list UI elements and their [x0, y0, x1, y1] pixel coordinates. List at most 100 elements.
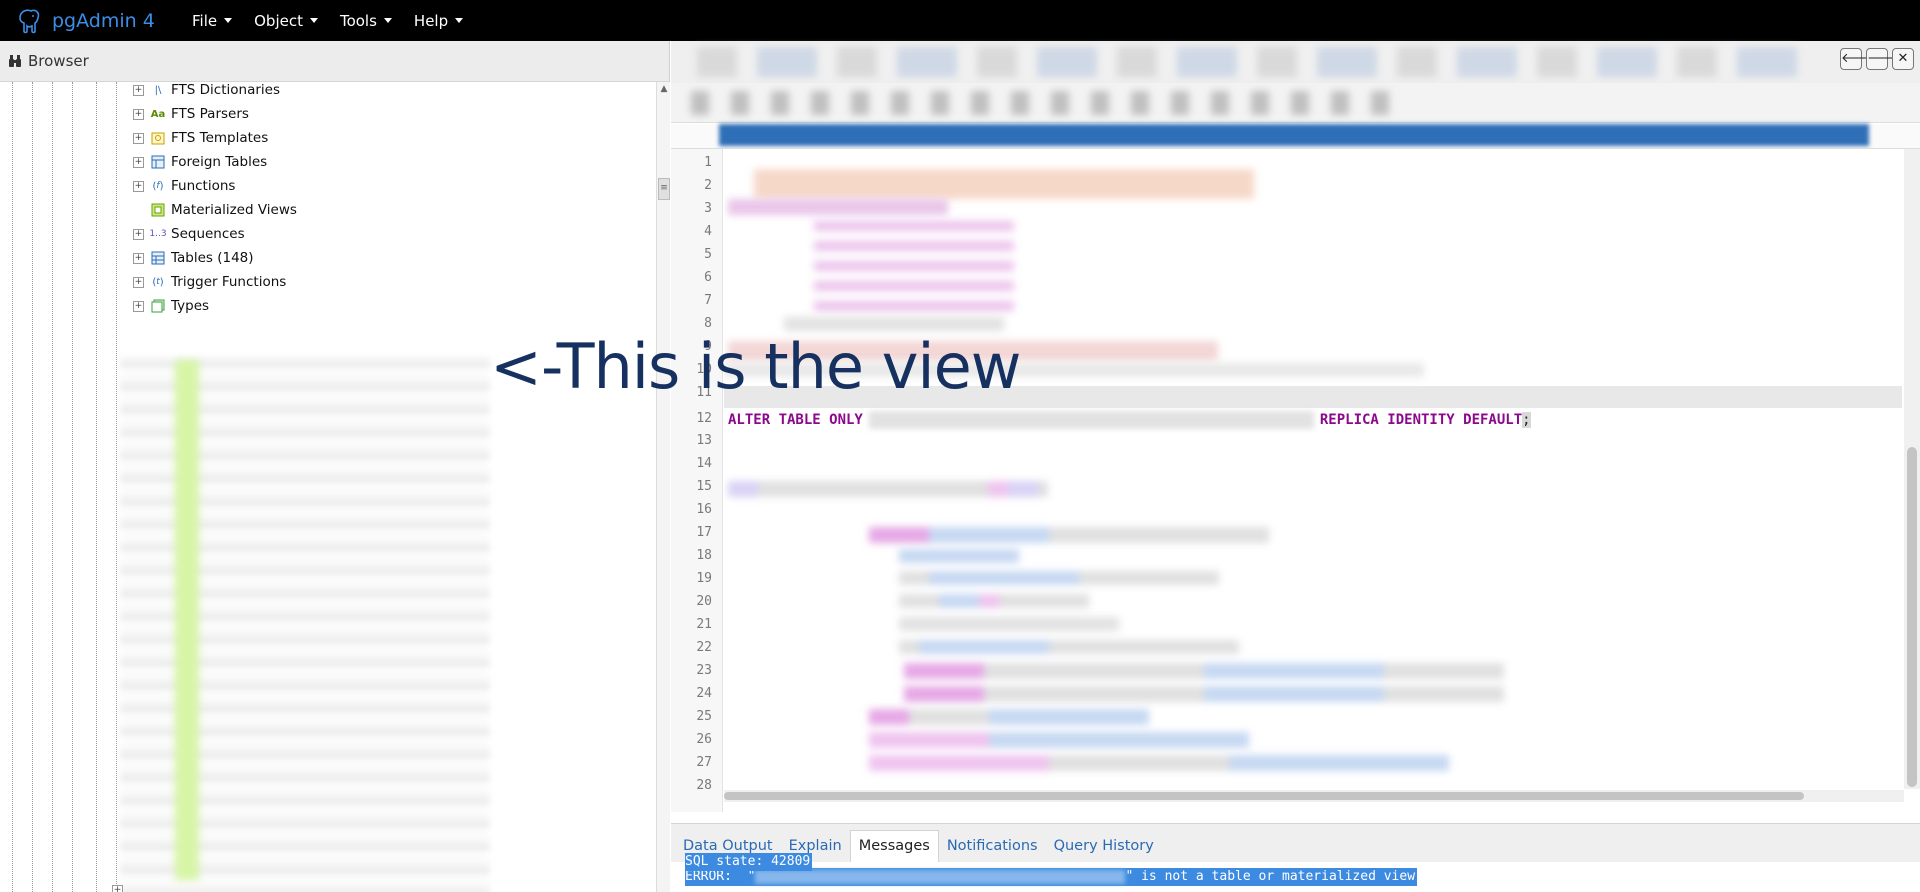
tree-item-label: FTS Templates — [171, 130, 269, 146]
expand-icon[interactable]: + — [133, 180, 144, 192]
redacted-tabs — [697, 47, 1797, 77]
sql-state-row: SQL state: 42809 — [685, 853, 813, 871]
arrow-left-icon[interactable]: 🡐 — [1840, 48, 1876, 70]
line-number: 26 — [696, 732, 712, 747]
tab-query-history[interactable]: Query History — [1046, 838, 1162, 862]
expand-icon[interactable]: + — [133, 276, 144, 288]
tree-item-fts-dictionaries[interactable]: + |\ FTS Dictionaries — [133, 82, 280, 102]
line-number: 21 — [696, 617, 712, 632]
tree-item-label: FTS Parsers — [171, 106, 249, 122]
query-tool-panel: 🡐 🡒 ✕ 1 2 3 4 5 6 7 8 9 10 11 12 13 14 1… — [671, 41, 1920, 892]
expand-icon[interactable]: + — [133, 156, 144, 168]
annotation-overlay: <-This is the view — [490, 330, 1021, 403]
scroll-up-icon[interactable]: ▲ — [657, 82, 671, 96]
menu-tools-label: Tools — [339, 11, 377, 30]
connection-bar — [671, 124, 1920, 148]
tree-item-functions[interactable]: + (f) Functions — [133, 174, 235, 198]
app-title: pgAdmin 4 — [52, 9, 155, 32]
brand[interactable]: pgAdmin 4 — [14, 6, 192, 36]
menu-object-label: Object — [254, 11, 303, 30]
tree-item-trigger-functions[interactable]: + (t) Trigger Functions — [133, 270, 286, 294]
menu-file-label: File — [192, 11, 218, 30]
tree-item-fts-templates[interactable]: + FTS Templates — [133, 126, 268, 150]
tree-item-label: FTS Dictionaries — [171, 82, 280, 98]
editor-hscroll-thumb[interactable] — [724, 792, 1804, 800]
tree-item-label: Tables (148) — [171, 250, 254, 266]
line-number-gutter: 1 2 3 4 5 6 7 8 9 10 11 12 13 14 15 16 1… — [671, 149, 723, 812]
expand-icon[interactable]: + — [133, 132, 144, 144]
line-number: 19 — [696, 571, 712, 586]
menu-object[interactable]: Object — [254, 12, 318, 30]
close-icon[interactable]: ✕ — [1892, 48, 1914, 70]
sql-keyword: ALTER TABLE ONLY — [728, 412, 863, 428]
expand-icon[interactable]: + — [133, 84, 144, 96]
messages-output[interactable]: ERROR: " " is not a table or materialized… — [671, 862, 1920, 886]
sql-state-message: SQL state: 42809 — [685, 853, 813, 871]
menu-help-label: Help — [413, 11, 449, 30]
tree-item-label: Foreign Tables — [171, 154, 268, 170]
line-number: 4 — [704, 224, 712, 239]
menu-help[interactable]: Help — [413, 11, 464, 30]
tree-item-foreign-tables[interactable]: + Foreign Tables — [133, 150, 267, 174]
caret-down-icon — [309, 18, 318, 23]
redacted-code — [784, 317, 1004, 331]
expand-icon[interactable]: + — [133, 228, 144, 240]
panel-nav-buttons: 🡐 🡒 ✕ — [1840, 48, 1914, 70]
tree-item-collapsed[interactable]: + — [112, 878, 129, 892]
menu-file[interactable]: File — [192, 11, 233, 30]
editor-scroll-thumb[interactable] — [1907, 447, 1917, 787]
sql-editor[interactable]: 1 2 3 4 5 6 7 8 9 10 11 12 13 14 15 16 1… — [671, 148, 1920, 812]
line-number: 15 — [696, 479, 712, 494]
tree-guide-line — [32, 82, 33, 892]
expand-icon[interactable]: + — [112, 884, 123, 892]
editor-vertical-scrollbar[interactable] — [1904, 149, 1920, 789]
expand-icon[interactable]: + — [133, 300, 144, 312]
line-number: 17 — [696, 525, 712, 540]
redacted-code — [904, 663, 1504, 679]
line-number: 18 — [696, 548, 712, 563]
redacted-toolbar-buttons[interactable] — [691, 91, 1391, 115]
line-number: 25 — [696, 709, 712, 724]
browser-scrollbar[interactable]: ▲ ≡ — [656, 82, 670, 892]
object-tree: + |\ FTS Dictionaries + Aa FTS Parsers +… — [0, 82, 656, 892]
table-icon — [150, 250, 166, 266]
error-prefix: ERROR: " — [685, 869, 756, 884]
menu-tools[interactable]: Tools — [340, 12, 392, 30]
redacted-code — [814, 221, 1014, 321]
tree-item-types[interactable]: + Types — [133, 294, 209, 318]
redacted-code — [728, 199, 948, 215]
arrow-right-icon[interactable]: 🡒 — [1866, 48, 1902, 70]
editor-horizontal-scrollbar[interactable] — [724, 790, 1904, 802]
redacted-code — [899, 640, 1239, 654]
redacted-code — [899, 617, 1119, 631]
code-area[interactable]: ALTER TABLE ONLY REPLICA IDENTITY DEFAUL… — [724, 149, 1904, 789]
caret-down-icon — [383, 18, 392, 23]
binoculars-icon — [9, 55, 21, 67]
tree-item-sequences[interactable]: + 1..3 Sequences — [133, 222, 245, 246]
foreign-table-icon — [150, 154, 166, 170]
fts-template-icon — [150, 130, 166, 146]
redacted-code — [899, 594, 1089, 608]
line-number: 20 — [696, 594, 712, 609]
browser-panel: Browser + |\ FTS Dictionaries + Aa FTS P… — [0, 41, 670, 892]
scroll-thumb[interactable]: ≡ — [658, 178, 670, 200]
tree-guide-line — [116, 82, 117, 892]
tree-item-materialized-views[interactable]: Materialized Views — [150, 198, 297, 222]
line-number: 28 — [696, 778, 712, 793]
tree-item-fts-parsers[interactable]: + Aa FTS Parsers — [133, 102, 249, 126]
query-toolbar — [671, 83, 1920, 123]
expand-icon[interactable]: + — [133, 252, 144, 264]
redacted-code — [728, 481, 1048, 497]
sql-keyword: REPLICA IDENTITY DEFAULT — [1319, 412, 1523, 428]
browser-panel-header[interactable]: Browser — [0, 41, 669, 82]
tree-guide-line — [52, 82, 53, 892]
tab-notifications[interactable]: Notifications — [939, 838, 1046, 862]
redacted-tree-icons — [175, 360, 199, 880]
tree-guide-line — [12, 82, 13, 892]
expand-icon[interactable]: + — [133, 108, 144, 120]
line-number: 6 — [704, 270, 712, 285]
type-icon — [150, 298, 166, 314]
line-number: 7 — [704, 293, 712, 308]
tab-messages[interactable]: Messages — [849, 830, 939, 862]
tree-item-tables[interactable]: + Tables (148) — [133, 246, 254, 270]
